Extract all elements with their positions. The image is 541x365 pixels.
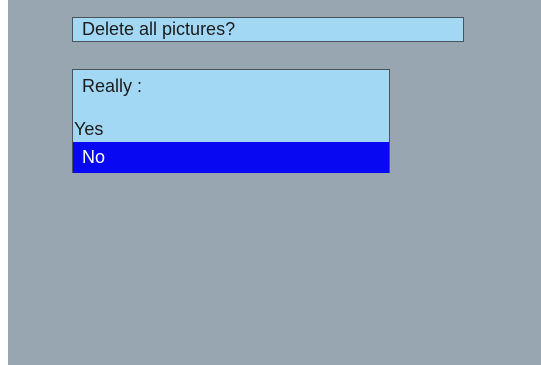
dialog-title: Delete all pictures? xyxy=(72,17,464,42)
confirm-menu: Really : Yes No xyxy=(72,69,390,173)
screen-background: Delete all pictures? Really : Yes No xyxy=(8,0,541,365)
option-yes[interactable]: Yes xyxy=(73,112,389,143)
menu-prompt: Really : xyxy=(82,76,143,96)
option-no[interactable]: No xyxy=(73,142,389,173)
